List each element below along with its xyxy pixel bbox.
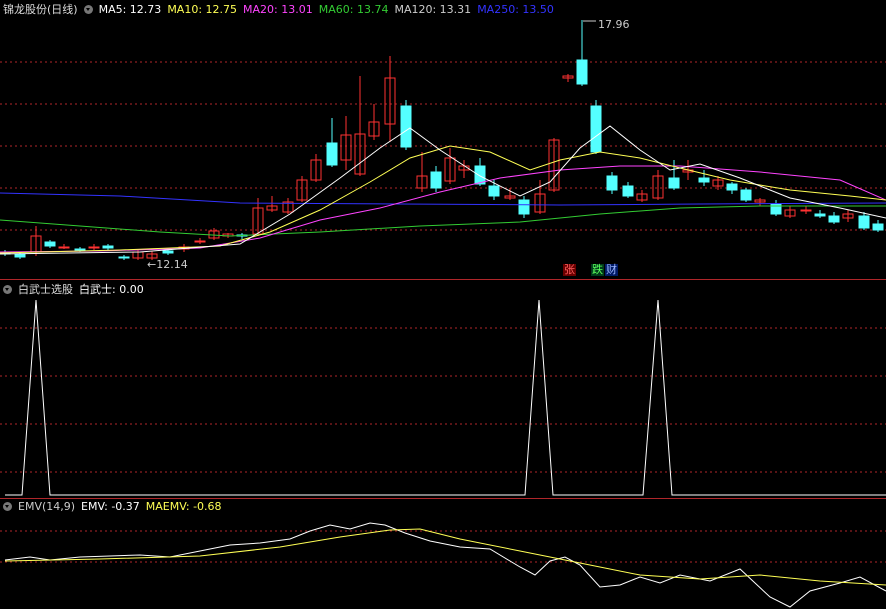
candle-body [102, 245, 114, 249]
maemv-value: MAEMV: -0.68 [145, 500, 222, 513]
collapse-icon[interactable] [3, 502, 12, 511]
candle-body [430, 171, 442, 189]
candle-body [14, 253, 26, 258]
candle-body [828, 215, 840, 223]
ma-label: MA20: 13.01 [243, 3, 313, 16]
candlestick-chart[interactable] [0, 0, 886, 280]
signal-line [5, 299, 886, 496]
candle-body [800, 209, 812, 212]
candle-body [858, 215, 870, 229]
candle-body [194, 240, 206, 243]
ma-label: MA120: 13.31 [394, 3, 472, 16]
zhang-badge[interactable]: 张 [563, 264, 576, 276]
candle-body [44, 241, 56, 247]
candle-body [872, 223, 884, 231]
candle-body [814, 213, 826, 217]
candle-body [58, 246, 70, 249]
ma10-line [0, 145, 886, 254]
candle-body [606, 175, 618, 191]
collapse-icon[interactable] [3, 285, 12, 294]
ma-label: MA60: 13.74 [318, 3, 389, 16]
low-price-label: ←12.14 [147, 258, 188, 271]
emv-header: EMV(14,9) EMV: -0.37 MAEMV: -0.68 [3, 500, 228, 513]
die-badge[interactable]: 跌 [591, 264, 604, 276]
candle-body [88, 246, 100, 249]
high-price-label: 17.96 [598, 18, 630, 31]
ma250-line [0, 192, 886, 206]
candle-body [740, 189, 752, 201]
emv-value: EMV: -0.37 [81, 500, 140, 513]
ma-label: MA5: 12.73 [98, 3, 162, 16]
candle-body [576, 59, 588, 85]
cai-badge[interactable]: 财 [605, 264, 618, 276]
candle-body [698, 177, 710, 183]
collapse-icon[interactable] [83, 5, 93, 14]
candle-body [726, 183, 738, 191]
emv-indicator-panel[interactable]: EMV(14,9) EMV: -0.37 MAEMV: -0.68 [0, 499, 886, 609]
candle-body [162, 250, 174, 254]
emv-title: EMV(14,9) [18, 500, 76, 513]
ma-label: MA10: 12.75 [167, 3, 238, 16]
ma5-line [0, 125, 886, 255]
ma-label: MA250: 13.50 [477, 3, 554, 16]
signal-title: 白武士选股 [18, 283, 73, 296]
ma-legend: MA5: 12.73 MA10: 12.75 MA20: 13.01 MA60: 13… [99, 3, 560, 16]
ma60-line [0, 205, 886, 237]
candle-body [326, 142, 338, 166]
price-chart-header: 锦龙股份(日线) MA5: 12.73 MA10: 12.75 MA20: 13.01… [3, 1, 566, 17]
signal-value: 白武士: 0.00 [79, 283, 144, 296]
signal-header: 白武士选股 白武士: 0.00 [3, 281, 150, 297]
price-chart-panel[interactable]: 锦龙股份(日线) MA5: 12.73 MA10: 12.75 MA20: 13.01… [0, 0, 886, 280]
candle-body [518, 199, 530, 215]
candle-body [622, 185, 634, 197]
candle-body [474, 165, 486, 185]
maemv-line [4, 528, 886, 586]
low-price-value: 12.14 [156, 258, 188, 271]
ma20-line [0, 165, 886, 253]
candle-body [668, 177, 680, 189]
candle-body [590, 105, 602, 153]
stock-title: 锦龙股份(日线) [3, 3, 78, 16]
signal-indicator-panel[interactable]: 白武士选股 白武士: 0.00 [0, 280, 886, 499]
signal-chart[interactable] [0, 280, 886, 499]
candle-body [74, 248, 86, 251]
candle-body [488, 185, 500, 197]
candle-body [118, 256, 130, 259]
emv-chart[interactable] [0, 499, 886, 609]
candle-body [400, 105, 412, 148]
